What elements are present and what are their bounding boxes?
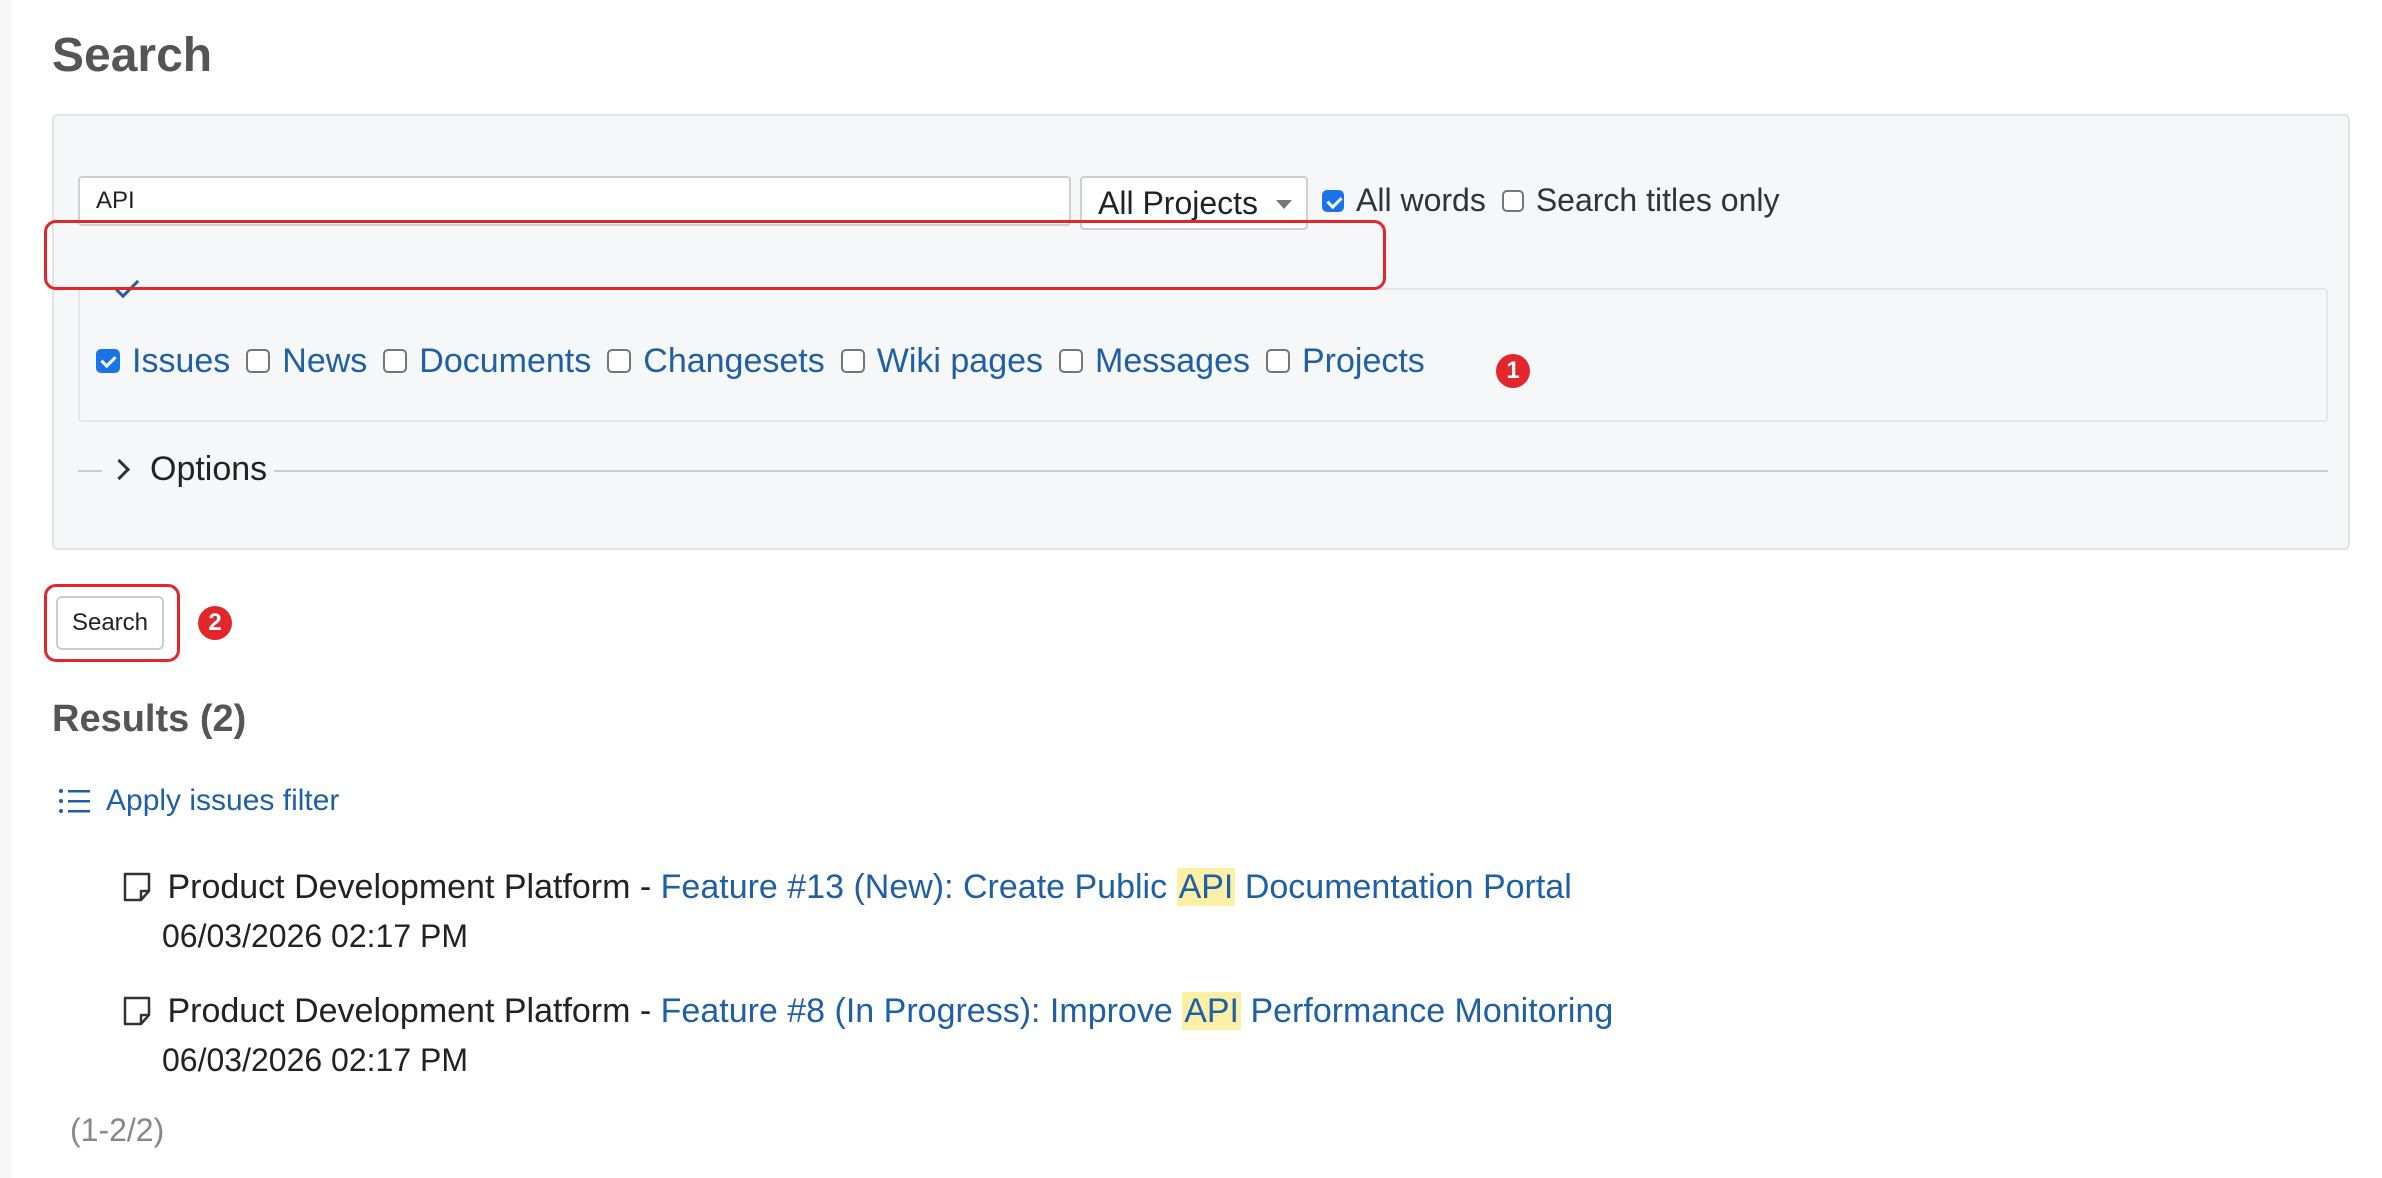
chevron-right-icon	[108, 458, 131, 481]
search-types-row: Issues News Documents Changesets Wiki pa…	[96, 326, 1441, 396]
pagination-info: (1-2/2)	[70, 1112, 165, 1148]
result-item: Product Development Platform - Feature #…	[122, 868, 1572, 907]
divider	[78, 470, 102, 472]
result-highlight[interactable]: API	[1182, 992, 1242, 1030]
result-project: Product Development Platform	[167, 868, 631, 906]
result-project: Product Development Platform	[167, 992, 631, 1030]
results-heading: Results (2)	[52, 698, 247, 740]
type-changesets-link[interactable]: Changesets	[643, 342, 824, 381]
all-words-checkbox[interactable]	[1322, 189, 1344, 212]
search-input[interactable]	[78, 176, 1071, 226]
result-highlight[interactable]: API	[1176, 868, 1236, 906]
result-separator: -	[630, 992, 661, 1030]
type-wiki-pages-checkbox[interactable]	[840, 349, 865, 373]
result-link-prefix[interactable]: Feature #13 (New): Create Public	[661, 868, 1177, 906]
list-icon	[59, 789, 90, 813]
all-words-label[interactable]: All words	[1356, 182, 1486, 219]
type-news-link[interactable]: News	[282, 342, 367, 381]
result-datetime: 06/03/2026 02:17 PM	[162, 918, 469, 954]
type-news-checkbox[interactable]	[246, 349, 271, 373]
search-types-fieldset: Issues News Documents Changesets Wiki pa…	[78, 272, 2328, 422]
type-projects-link[interactable]: Projects	[1302, 342, 1425, 381]
titles-only-checkbox[interactable]	[1501, 189, 1524, 212]
result-link-prefix[interactable]: Feature #8 (In Progress): Improve	[661, 992, 1183, 1030]
type-documents-link[interactable]: Documents	[419, 342, 591, 381]
type-issues-link[interactable]: Issues	[132, 342, 230, 381]
type-wiki-pages-link[interactable]: Wiki pages	[877, 342, 1043, 381]
type-changesets-checkbox[interactable]	[607, 349, 632, 373]
annotation-highlight-types	[44, 220, 1386, 290]
options-toggle[interactable]: Options	[78, 450, 2328, 490]
divider	[274, 470, 2328, 472]
titles-only-label[interactable]: Search titles only	[1536, 182, 1780, 219]
apply-issues-filter-link[interactable]: Apply issues filter	[58, 784, 339, 818]
annotation-marker-1: 1	[1496, 354, 1530, 388]
page-title: Search	[52, 29, 213, 82]
type-messages-checkbox[interactable]	[1059, 349, 1084, 373]
result-link-suffix[interactable]: Performance Monitoring	[1241, 992, 1613, 1030]
result-separator: -	[630, 868, 661, 906]
options-label[interactable]: Options	[150, 450, 267, 489]
search-options-row: All words Search titles only	[1322, 182, 1795, 219]
result-datetime: 06/03/2026 02:17 PM	[162, 1042, 469, 1078]
apply-issues-filter-label[interactable]: Apply issues filter	[106, 784, 339, 818]
project-scope-value: All Projects	[1098, 184, 1259, 221]
annotation-marker-2: 2	[198, 606, 232, 640]
result-link[interactable]: Feature #13 (New): Create Public API Doc…	[661, 868, 1572, 906]
chevron-down-icon	[1276, 200, 1292, 209]
annotation-highlight-button	[44, 584, 180, 662]
type-projects-checkbox[interactable]	[1265, 349, 1290, 373]
type-issues-checkbox[interactable]	[96, 349, 120, 373]
type-documents-checkbox[interactable]	[383, 349, 408, 373]
result-link[interactable]: Feature #8 (In Progress): Improve API Pe…	[661, 992, 1613, 1030]
search-page: Search All Projects All words Search tit…	[0, 0, 2382, 1178]
result-item: Product Development Platform - Feature #…	[122, 992, 1613, 1031]
note-icon	[123, 996, 151, 1026]
search-form-box: All Projects All words Search titles onl…	[52, 114, 2350, 550]
result-link-suffix[interactable]: Documentation Portal	[1235, 868, 1572, 906]
type-messages-link[interactable]: Messages	[1095, 342, 1250, 381]
note-icon	[123, 872, 151, 902]
